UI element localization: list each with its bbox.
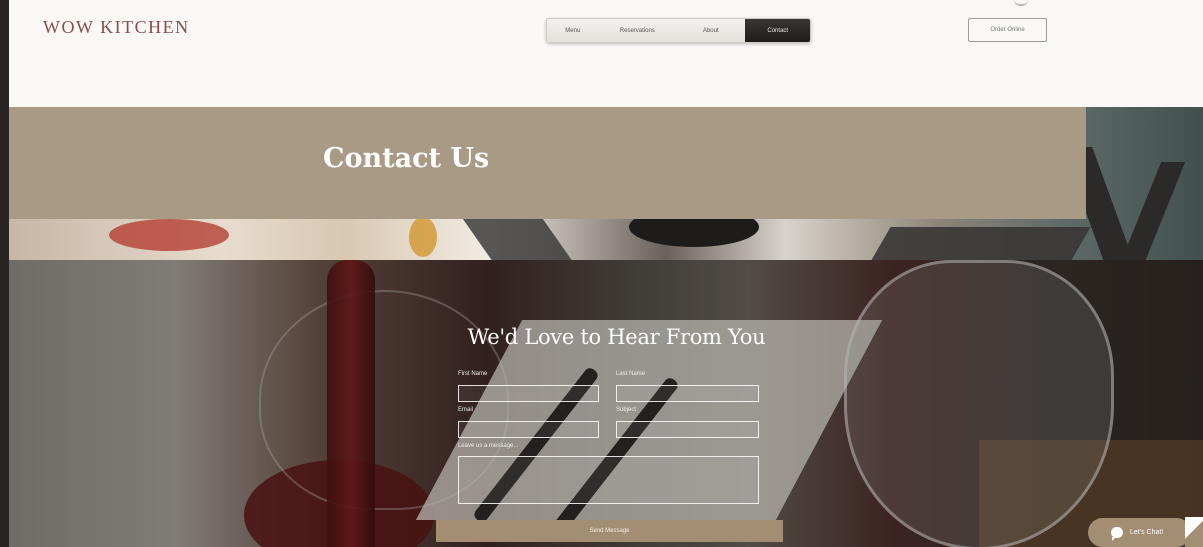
- email-field[interactable]: [458, 421, 599, 438]
- page: WOW KITCHEN Menu Reservations About Cont…: [0, 0, 1203, 547]
- site-header: WOW KITCHEN Menu Reservations About Cont…: [9, 0, 1203, 107]
- main-nav: Menu Reservations About Contact: [546, 18, 811, 43]
- chat-bubble-icon: [1111, 527, 1123, 541]
- left-window-edge: [0, 0, 9, 547]
- first-name-field[interactable]: [458, 385, 599, 402]
- order-online-button[interactable]: Order Online: [968, 18, 1047, 42]
- chat-button[interactable]: Let's Chat!: [1088, 518, 1191, 547]
- subject-label: Subject: [616, 407, 637, 413]
- nav-item-contact[interactable]: Contact: [745, 19, 810, 42]
- site-logo[interactable]: WOW KITCHEN: [43, 17, 190, 38]
- corner-fold: [1185, 517, 1203, 547]
- page-title: Contact Us: [323, 143, 490, 174]
- last-name-label: Last Name: [616, 371, 646, 377]
- form-title: We'd Love to Hear From You: [467, 325, 766, 349]
- message-label: Leave us a message...: [458, 443, 519, 449]
- send-message-button[interactable]: Send Message: [436, 520, 783, 542]
- nav-item-about[interactable]: About: [676, 19, 745, 42]
- nav-item-reservations[interactable]: Reservations: [599, 19, 676, 42]
- last-name-field[interactable]: [616, 385, 759, 402]
- cart-icon[interactable]: [1014, 0, 1028, 6]
- first-name-label: First Name: [458, 371, 488, 377]
- chat-label: Let's Chat!: [1130, 529, 1164, 536]
- contact-banner-panel: [9, 107, 1086, 219]
- message-field[interactable]: [458, 456, 759, 504]
- email-label: Email: [458, 407, 474, 413]
- nav-item-menu[interactable]: Menu: [547, 19, 599, 42]
- subject-field[interactable]: [616, 421, 759, 438]
